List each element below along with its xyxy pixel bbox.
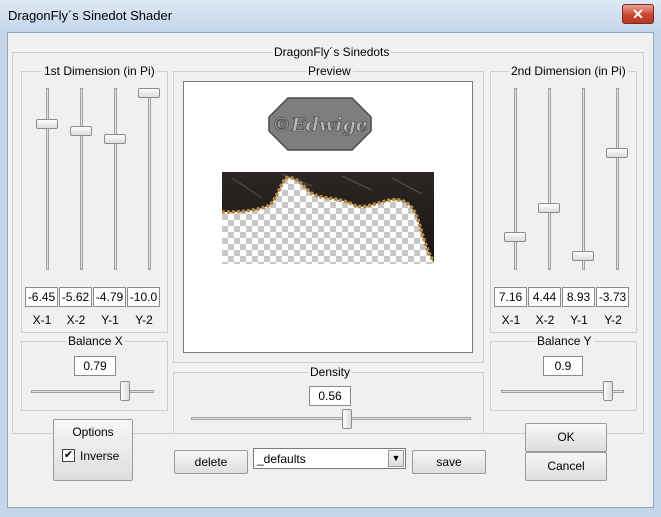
- slider-axis-label: Y-1: [570, 313, 588, 327]
- title-bar[interactable]: DragonFly´s Sinedot Shader ✕: [0, 0, 661, 32]
- slider-axis-label: Y-1: [101, 313, 119, 327]
- preview-canvas: ©Edwige: [183, 81, 473, 353]
- slider-axis-label: Y-2: [135, 313, 153, 327]
- slider-track[interactable]: [148, 88, 151, 270]
- watermark-logo: ©Edwige: [268, 97, 372, 151]
- slider-thumb[interactable]: [70, 125, 92, 136]
- inverse-checkbox[interactable]: ✔: [62, 449, 75, 462]
- window-title: DragonFly´s Sinedot Shader: [8, 8, 173, 23]
- options-panel: Options ✔ Inverse: [53, 419, 133, 481]
- checkmark-icon: ✔: [63, 449, 74, 461]
- watermark-text: ©Edwige: [272, 114, 368, 136]
- slider-track[interactable]: [582, 88, 585, 270]
- slider-axis-label: Y-2: [604, 313, 622, 327]
- slider-value-field[interactable]: 7.16: [494, 287, 527, 307]
- slider-value-field[interactable]: -5.62: [59, 287, 92, 307]
- slider-value-field[interactable]: 4.44: [528, 287, 561, 307]
- main-group-label: DragonFly´s Sinedots: [272, 45, 392, 59]
- slider-thumb[interactable]: [138, 88, 160, 98]
- balance-x-group: [21, 341, 168, 411]
- close-icon: ✕: [632, 6, 644, 22]
- balance-y-field[interactable]: 0.9: [543, 356, 583, 376]
- balance-x-track[interactable]: [31, 390, 154, 393]
- slider-value-field[interactable]: 8.93: [562, 287, 595, 307]
- slider-value-field[interactable]: -6.45: [25, 287, 58, 307]
- dialog-body: DragonFly´s Sinedots 1st Dimension (in P…: [7, 32, 654, 508]
- balance-y-label: Balance Y: [535, 334, 594, 348]
- density-label: Density: [308, 365, 353, 379]
- slider-axis-label: X-2: [535, 313, 555, 327]
- slider-track[interactable]: [616, 88, 619, 270]
- slider-axis-label: X-2: [66, 313, 86, 327]
- slider-track[interactable]: [80, 88, 83, 270]
- cancel-button[interactable]: Cancel: [525, 452, 607, 481]
- slider-value-field[interactable]: -3.73: [596, 287, 629, 307]
- second-dimension-label: 2nd Dimension (in Pi): [509, 64, 628, 78]
- slider-thumb[interactable]: [538, 203, 560, 214]
- slider-thumb[interactable]: [504, 232, 526, 243]
- density-slider-thumb[interactable]: [342, 409, 353, 429]
- slider-thumb[interactable]: [606, 148, 628, 159]
- inverse-label: Inverse: [80, 449, 120, 463]
- preset-dropdown[interactable]: _defaults ▼: [253, 448, 406, 469]
- balance-x-label: Balance X: [66, 334, 125, 348]
- slider-thumb[interactable]: [36, 118, 58, 129]
- slider-thumb[interactable]: [572, 251, 594, 262]
- density-field[interactable]: 0.56: [309, 386, 351, 406]
- ok-button[interactable]: OK: [525, 423, 607, 452]
- preview-image: [221, 172, 436, 264]
- options-label: Options: [72, 425, 114, 439]
- balance-x-slider-thumb[interactable]: [120, 381, 131, 401]
- density-track[interactable]: [191, 417, 471, 420]
- balance-y-group: [490, 341, 637, 411]
- chevron-down-icon[interactable]: ▼: [388, 450, 404, 467]
- preview-label: Preview: [306, 64, 353, 78]
- delete-button[interactable]: delete: [174, 450, 248, 474]
- slider-track[interactable]: [514, 88, 517, 270]
- slider-value-field[interactable]: -4.79: [93, 287, 126, 307]
- slider-track[interactable]: [46, 88, 49, 270]
- slider-value-field[interactable]: -10.0: [127, 287, 160, 307]
- slider-track[interactable]: [548, 88, 551, 270]
- close-button[interactable]: ✕: [622, 4, 654, 24]
- balance-x-field[interactable]: 0.79: [74, 356, 116, 376]
- slider-track[interactable]: [114, 88, 117, 270]
- slider-axis-label: X-1: [32, 313, 52, 327]
- save-button[interactable]: save: [412, 450, 486, 474]
- slider-thumb[interactable]: [104, 134, 126, 145]
- slider-axis-label: X-1: [501, 313, 521, 327]
- preset-selected: _defaults: [257, 452, 306, 466]
- balance-y-slider-thumb[interactable]: [602, 381, 613, 401]
- first-dimension-label: 1st Dimension (in Pi): [42, 64, 157, 78]
